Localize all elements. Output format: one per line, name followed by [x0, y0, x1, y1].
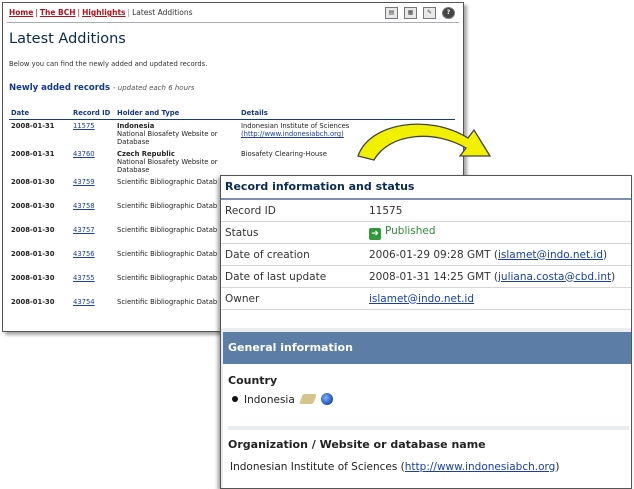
record-id-link[interactable]: 43760: [73, 150, 95, 158]
record-value: 2006-01-29 09:28 GMT (islamet@indo.net.i…: [365, 243, 631, 266]
record-id-link[interactable]: 43758: [73, 202, 95, 210]
holder-type: Scientific Bibliographic Datab: [117, 178, 218, 186]
row-date: 2008-01-30: [11, 226, 55, 234]
col-record-id: Record ID: [71, 107, 115, 120]
record-value: 2008-01-31 14:25 GMT (juliana.costa@cbd.…: [365, 265, 631, 288]
country-label: Country: [228, 374, 278, 387]
row-holder: Indonesia National Biosafety Website or D…: [115, 120, 239, 149]
record-row: Status ➜ Published: [221, 221, 631, 244]
country-value: Indonesia: [244, 394, 295, 406]
record-title: Record information and status: [221, 176, 631, 200]
record-status: ➜ Published: [365, 221, 631, 244]
record-row: Date of creation 2006-01-29 09:28 GMT (i…: [221, 243, 631, 266]
export-icon[interactable]: ▦: [404, 7, 417, 19]
general-info-panel: General information Country Indonesia Or…: [221, 328, 631, 488]
breadcrumb-highlights[interactable]: Highlights: [82, 8, 125, 17]
country-field: Country Indonesia: [228, 374, 629, 406]
record-window: Record information and status Record ID …: [220, 175, 632, 489]
record-row: Date of last update 2008-01-31 14:25 GMT…: [221, 265, 631, 288]
published-icon: ➜: [369, 228, 381, 240]
owner-email-link[interactable]: islamet@indo.net.id: [369, 293, 474, 305]
details-link[interactable]: (http://www.indonesiabch.org): [241, 130, 344, 138]
breadcrumb-the-bch[interactable]: The BCH: [40, 8, 76, 17]
row-date: 2008-01-30: [11, 298, 55, 306]
general-info-header: General information: [223, 332, 631, 364]
section-note: - updated each 6 hours: [113, 84, 195, 92]
col-date: Date: [9, 107, 71, 120]
holder-type: National Biosafety Website or Database: [117, 130, 218, 146]
intro-text: Below you can find the newly added and u…: [9, 60, 208, 68]
breadcrumb-home[interactable]: Home: [9, 8, 33, 17]
toolbar: ▤ ▦ ✎ ?: [385, 7, 455, 19]
updater-email-link[interactable]: juliana.costa@cbd.int: [498, 271, 611, 283]
field-divider: [228, 426, 629, 430]
record-row: Record ID 11575: [221, 200, 631, 222]
breadcrumb: Home | The BCH | Highlights | Latest Additions: [9, 8, 193, 17]
holder-name: Czech Republic: [117, 150, 175, 158]
help-icon[interactable]: ?: [442, 7, 455, 19]
record-label: Date of last update: [221, 265, 365, 288]
record-table: Record ID 11575 Status ➜ Published Date o…: [221, 200, 631, 310]
creator-email-link[interactable]: islamet@indo.net.id: [498, 249, 603, 261]
row-holder: Czech Republic National Biosafety Website…: [115, 148, 239, 176]
organization-link[interactable]: http://www.indonesiabch.org: [405, 461, 556, 473]
row-date: 2008-01-31: [11, 122, 55, 130]
row-date: 2008-01-31: [11, 150, 55, 158]
row-date: 2008-01-30: [11, 274, 55, 282]
record-id-link[interactable]: 43756: [73, 250, 95, 258]
breadcrumb-current: Latest Additions: [132, 8, 193, 17]
record-id-link[interactable]: 43757: [73, 226, 95, 234]
globe-icon[interactable]: [320, 393, 333, 405]
page-title: Latest Additions: [9, 31, 126, 47]
organization-value: Indonesian Institute of Sciences (: [230, 461, 405, 473]
record-label: Status: [221, 221, 365, 244]
record-id-link[interactable]: 43759: [73, 178, 95, 186]
record-row: Owner islamet@indo.net.id: [221, 287, 631, 310]
section-title: Newly added records - updated each 6 hou…: [9, 83, 195, 93]
organization-field: Organization / Website or database name …: [228, 438, 629, 473]
record-label: Owner: [221, 287, 365, 310]
holder-type: Scientific Bibliographic Datab: [117, 274, 218, 282]
record-id-link[interactable]: 43754: [73, 298, 95, 306]
holder-type: Scientific Bibliographic Datab: [117, 298, 218, 306]
record-value: 11575: [365, 200, 631, 222]
record-id-link[interactable]: 43755: [73, 274, 95, 282]
print-icon[interactable]: ▤: [385, 7, 398, 19]
holder-type: National Biosafety Website or Database: [117, 158, 218, 174]
edit-icon[interactable]: [298, 394, 317, 404]
record-value: islamet@indo.net.id: [365, 287, 631, 310]
bullet-icon: [232, 396, 238, 402]
record-label: Date of creation: [221, 243, 365, 266]
tools-icon[interactable]: ✎: [423, 7, 436, 19]
holder-type: Scientific Bibliographic Datab: [117, 250, 218, 258]
organization-label: Organization / Website or database name: [228, 438, 486, 451]
col-holder-type: Holder and Type: [115, 107, 239, 120]
header-divider: [7, 22, 459, 23]
holder-type: Scientific Bibliographic Datab: [117, 226, 218, 234]
holder-name: Indonesia: [117, 122, 155, 130]
holder-type: Scientific Bibliographic Datab: [117, 202, 218, 210]
row-date: 2008-01-30: [11, 202, 55, 210]
record-id-link[interactable]: 11575: [73, 122, 95, 130]
row-date: 2008-01-30: [11, 250, 55, 258]
arrow-icon: [357, 123, 492, 161]
record-label: Record ID: [221, 200, 365, 222]
row-date: 2008-01-30: [11, 178, 55, 186]
status-value: Published: [385, 225, 436, 237]
